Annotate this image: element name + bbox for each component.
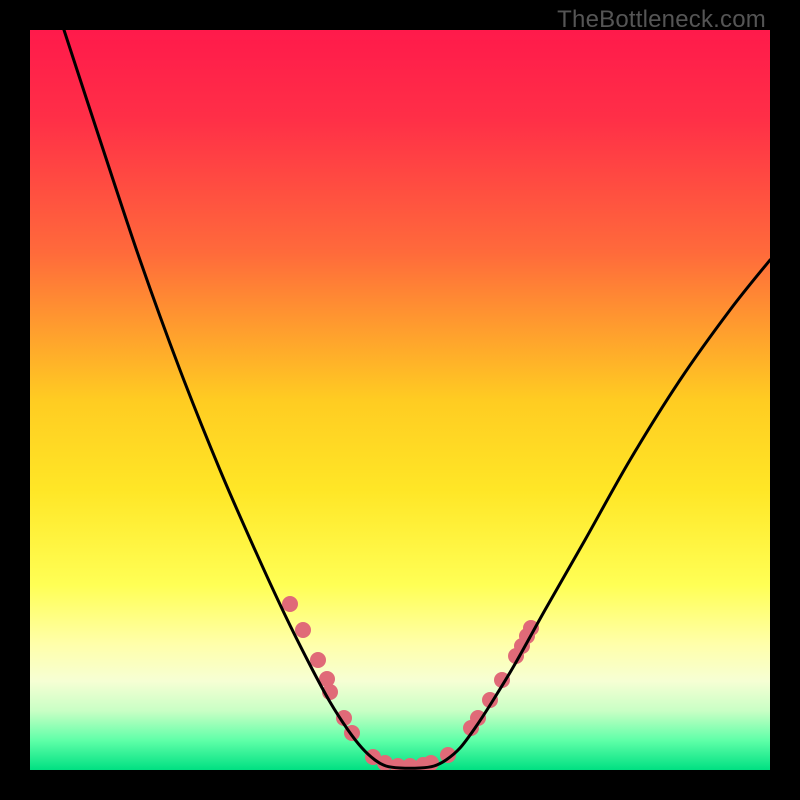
- chart-frame: [30, 30, 770, 770]
- curve-marker: [310, 652, 326, 668]
- chart-svg: [30, 30, 770, 770]
- bottleneck-curve: [64, 30, 770, 768]
- curve-marker: [282, 596, 298, 612]
- curve-marker: [295, 622, 311, 638]
